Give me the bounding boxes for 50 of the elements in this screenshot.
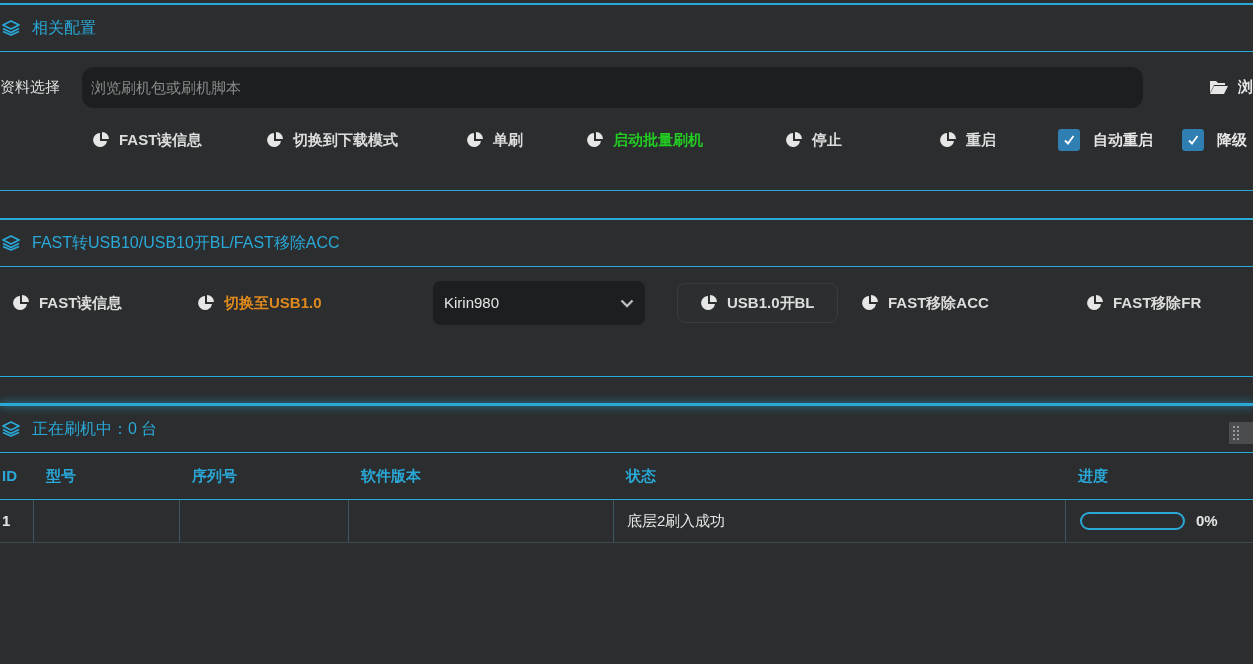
browse-label[interactable]: 浏 [1238, 75, 1253, 99]
checkbox[interactable]: 自动重启 [1058, 128, 1182, 152]
pie-chart-icon [12, 294, 30, 312]
folder-icon[interactable] [1209, 79, 1229, 95]
action-button[interactable]: FAST读信息 [12, 283, 123, 323]
action-button[interactable]: 重启 [939, 120, 996, 160]
column-header: 型号 [46, 467, 76, 484]
column-header: 进度 [1078, 467, 1108, 484]
column-header: ID [2, 467, 17, 484]
grip-icon[interactable] [1229, 422, 1253, 444]
file-path-field[interactable]: 浏览刷机包或刷机脚本 [82, 66, 1143, 108]
action-button[interactable]: FAST移除ACC [861, 283, 989, 323]
layers-icon [2, 20, 20, 36]
pie-chart-icon [197, 294, 215, 312]
pie-chart-icon [92, 131, 110, 149]
check-icon [1187, 134, 1199, 146]
pie-chart-icon [861, 294, 879, 312]
checkbox[interactable]: 降级 [1182, 128, 1253, 152]
layers-icon [2, 421, 20, 437]
checkbox-box[interactable] [1058, 129, 1080, 151]
check-icon [1063, 134, 1075, 146]
table-cell-text: 1 [2, 510, 11, 531]
column-header: 序列号 [192, 467, 237, 484]
field-label: 资料选择 [0, 76, 61, 97]
pie-chart-icon [939, 131, 957, 149]
chevron-down-icon [620, 298, 634, 308]
section-title: 相关配置 [32, 18, 96, 38]
action-button[interactable]: USB1.0开BL [677, 283, 838, 323]
action-button[interactable]: 切换至USB1.0 [197, 283, 322, 323]
column-header: 软件版本 [361, 467, 421, 484]
chip-select[interactable]: Kirin980 [433, 281, 645, 325]
table-cell-text: 底层2刷入成功 [627, 510, 726, 531]
pie-chart-icon [586, 131, 604, 149]
action-button[interactable]: 单刷 [466, 120, 523, 160]
action-button[interactable]: 停止 [785, 120, 842, 160]
pie-chart-icon [785, 131, 803, 149]
pie-chart-icon [1086, 294, 1104, 312]
action-button[interactable]: 启动批量刷机 [586, 120, 703, 160]
action-button[interactable]: FAST移除FR [1086, 283, 1202, 323]
pie-chart-icon [700, 294, 718, 312]
section-title: 正在刷机中：0 台 [32, 419, 158, 439]
pie-chart-icon [466, 131, 484, 149]
action-button[interactable]: FAST读信息 [92, 120, 203, 160]
action-button[interactable]: 切换到下载模式 [266, 120, 398, 160]
pie-chart-icon [266, 131, 284, 149]
layers-icon [2, 235, 20, 251]
section-title: FAST转USB10/USB10开BL/FAST移除ACC [32, 233, 340, 253]
column-header: 状态 [626, 467, 656, 484]
checkbox-box[interactable] [1182, 129, 1204, 151]
progress-text: 0% [1196, 510, 1218, 531]
